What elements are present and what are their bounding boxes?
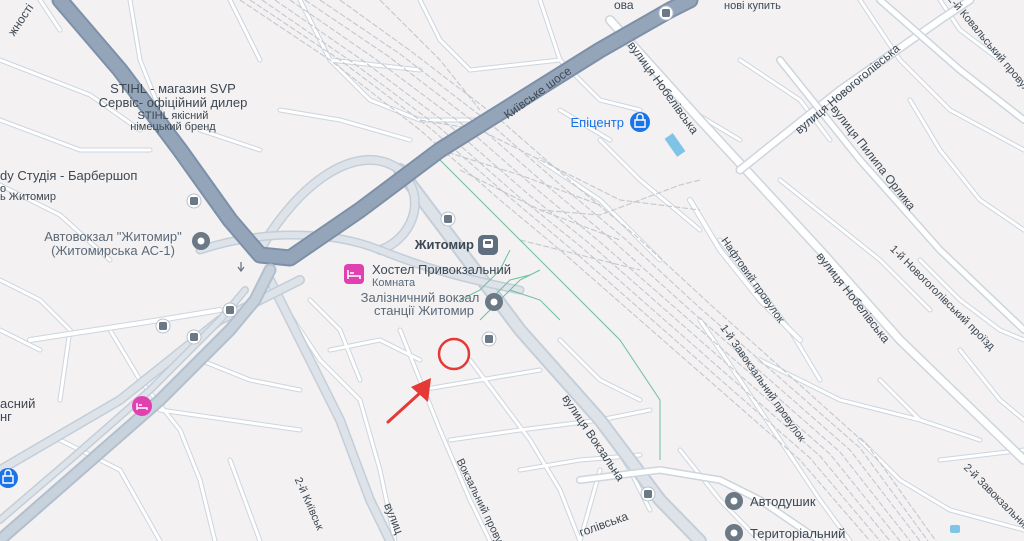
bus-stop-4[interactable]: [155, 318, 171, 334]
poi-top-right[interactable]: нові купить: [724, 0, 781, 12]
bus-icon: [485, 335, 493, 343]
poi-hostel-label: Хостел Привокзальний: [372, 262, 511, 277]
label-top-partial: ова: [614, 0, 634, 12]
bus-stop-3[interactable]: [186, 193, 202, 209]
shopping-bag-icon: [630, 112, 650, 132]
poi-zhytomyr-station-label: Житомир: [414, 237, 474, 252]
poi-avtodushyk-label: Автодушик: [750, 494, 816, 509]
bus-stop-top[interactable]: [658, 5, 674, 21]
poi-hostel-sub: Комната: [372, 277, 416, 289]
bed-icon-left: [132, 396, 152, 416]
bus-icon: [662, 9, 670, 17]
poi-epicenter-label: Епіцентр: [571, 115, 625, 130]
poi-avtodushyk[interactable]: Автодушик: [725, 492, 816, 510]
poi-stihl-line1: STIHL - магазин SVP: [110, 81, 236, 96]
poi-bus-station-line2: (Житомирська АС-1): [51, 243, 175, 258]
poi-stihl-line2: Сервіс- офіційний дилер: [99, 95, 248, 110]
map-canvas[interactable]: Київське шосе вулиця Нобелівська вулиця …: [0, 0, 1024, 541]
poi-barbershop-line3: ь Житомир: [0, 191, 56, 203]
bed-icon: [344, 264, 364, 284]
bus-stop-7[interactable]: [640, 486, 656, 502]
bus-stop-5[interactable]: [186, 329, 202, 345]
bus-icon: [159, 322, 167, 330]
bus-icon: [444, 215, 452, 223]
bus-icon: [644, 490, 652, 498]
bus-stop-1[interactable]: [440, 211, 456, 227]
bus-icon: [190, 333, 198, 341]
poi-terytorialny-label: Територіальний: [750, 526, 845, 541]
bus-icon: [226, 306, 234, 314]
bus-stop-2[interactable]: [481, 331, 497, 347]
bus-stop-6[interactable]: [222, 302, 238, 318]
poi-stihl-line4: німецький бренд: [130, 121, 216, 133]
bus-icon: [190, 197, 198, 205]
poi-bus-station-line1: Автовокзал "Житомир": [44, 229, 182, 244]
poi-left-hotel[interactable]: [132, 396, 152, 416]
poi-rail-station-line2: станції Житомир: [374, 303, 474, 318]
poi-barbershop-line1: dy Студія - Барбершоп: [0, 168, 137, 183]
poi-top-right-label: нові купить: [724, 0, 781, 12]
label-left-partial-2: нг: [0, 409, 12, 424]
water-small: [950, 525, 960, 533]
poi-epicenter[interactable]: Епіцентр: [571, 112, 651, 132]
map-svg[interactable]: Київське шосе вулиця Нобелівська вулиця …: [0, 0, 1024, 541]
